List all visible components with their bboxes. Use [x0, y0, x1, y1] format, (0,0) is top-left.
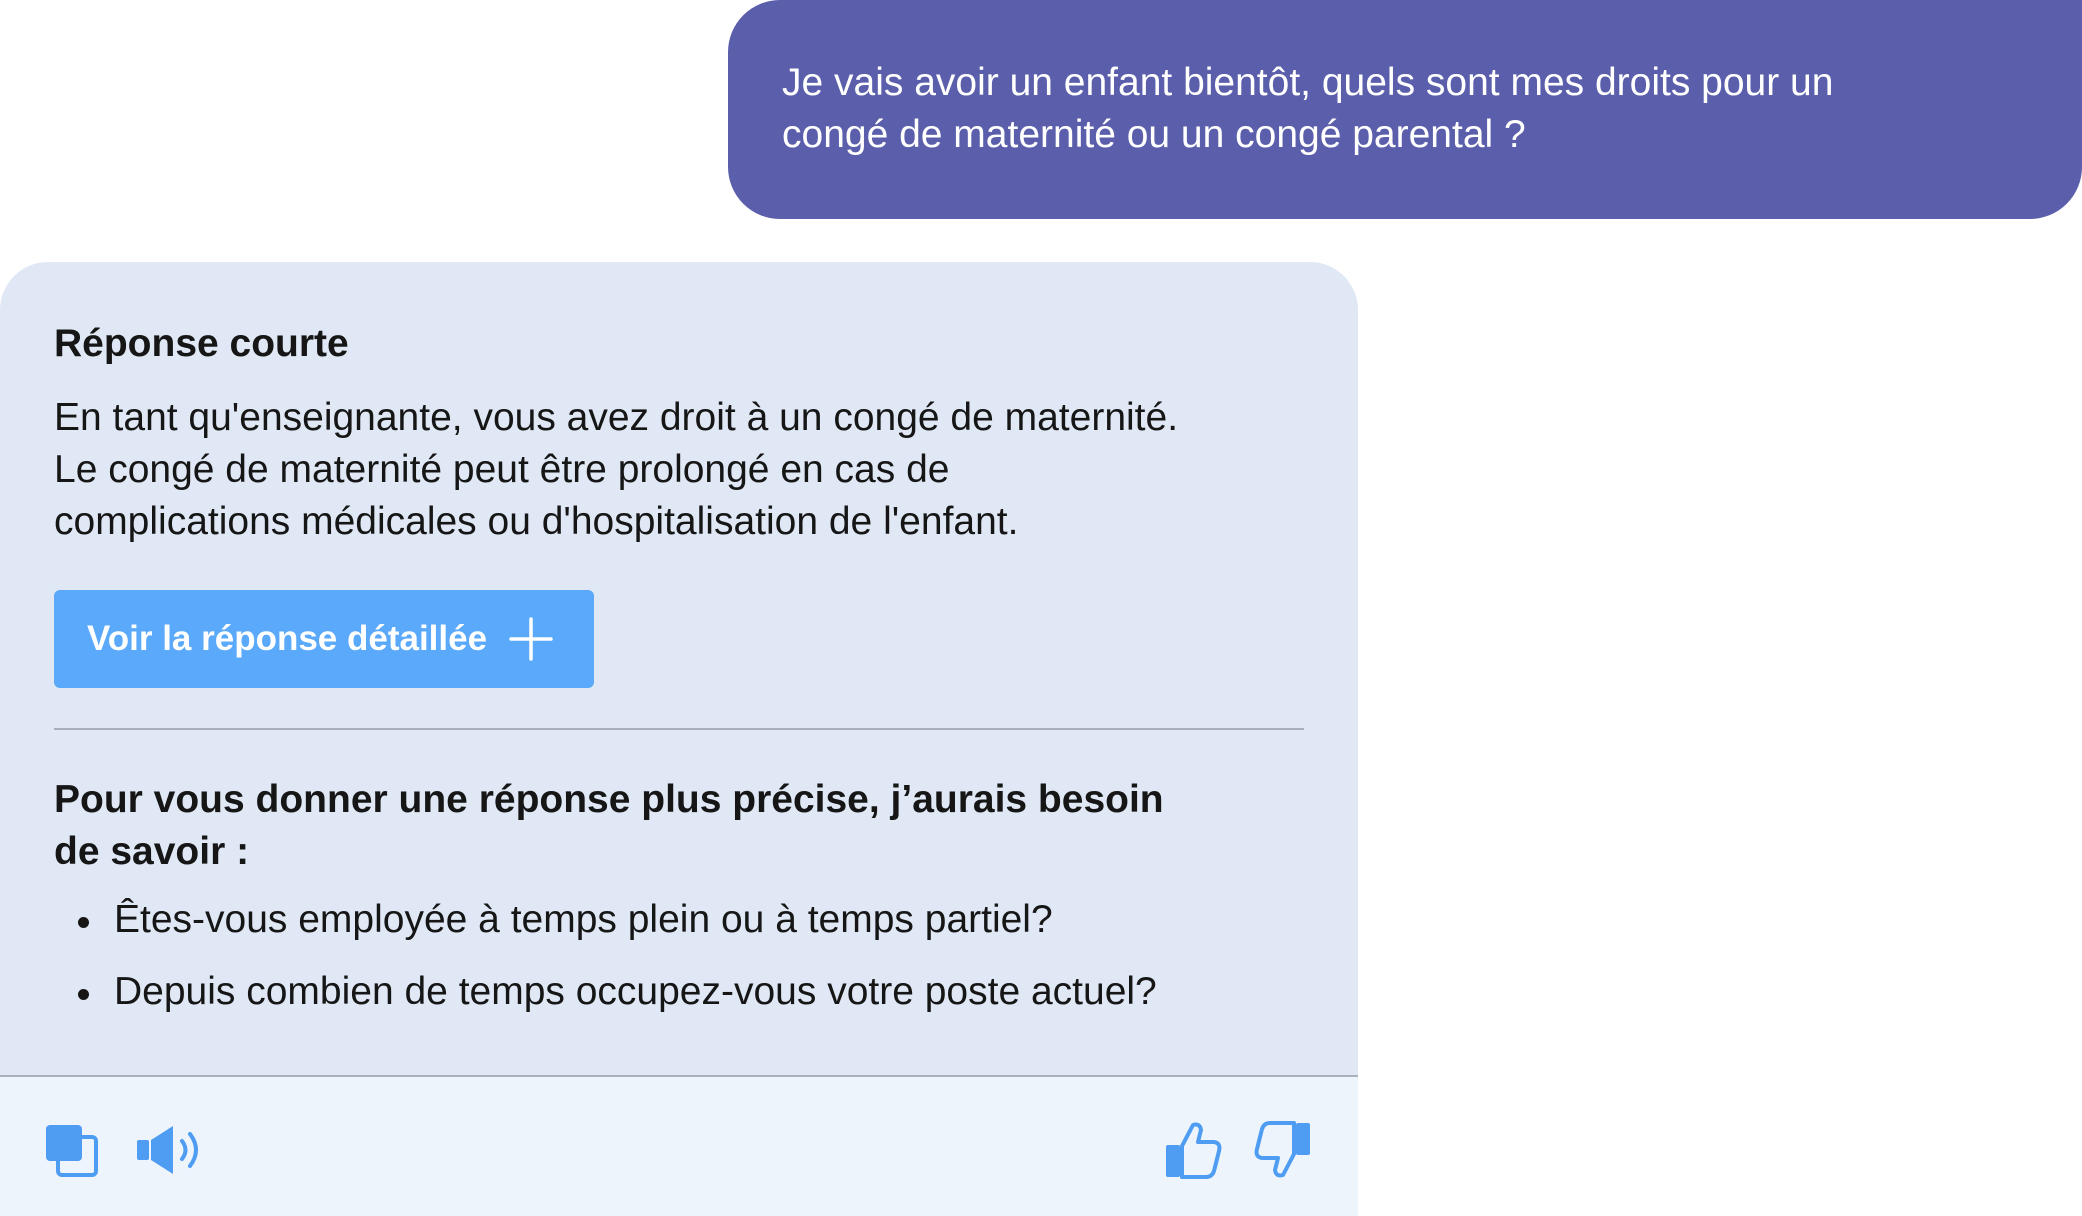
thumbs-down-icon — [1252, 1119, 1314, 1181]
speaker-icon — [131, 1119, 209, 1181]
short-answer-line: Le congé de maternité peut être prolongé… — [54, 448, 950, 491]
clarification-title: Pour vous donner une réponse plus précis… — [54, 774, 1294, 878]
clarification-title-line: Pour vous donner une réponse plus précis… — [54, 778, 1164, 821]
response-actions-toolbar — [0, 1075, 1358, 1216]
short-answer-line: En tant qu'enseignante, vous avez droit … — [54, 396, 1179, 439]
clarification-questions-list: Êtes-vous employée à temps plein ou à te… — [54, 894, 1157, 1038]
copy-button[interactable] — [38, 1117, 104, 1183]
section-divider — [54, 728, 1304, 730]
thumbs-down-button[interactable] — [1250, 1117, 1316, 1183]
clarification-question-item: Depuis combien de temps occupez-vous vot… — [54, 966, 1157, 1018]
read-aloud-button[interactable] — [130, 1117, 210, 1183]
see-detailed-answer-button[interactable]: Voir la réponse détaillée — [54, 590, 594, 688]
short-answer-line: complications médicales ou d'hospitalisa… — [54, 500, 1019, 543]
assistant-response-card: Réponse courte En tant qu'enseignante, v… — [0, 262, 1358, 1216]
thumbs-up-icon — [1162, 1119, 1224, 1181]
short-answer-text: En tant qu'enseignante, vous avez droit … — [54, 392, 1294, 548]
user-message-line: Je vais avoir un enfant bientôt, quels s… — [782, 61, 1834, 104]
clarification-title-line: de savoir : — [54, 830, 250, 873]
user-message-line: congé de maternité ou un congé parental … — [782, 113, 1526, 156]
clarification-question-item: Êtes-vous employée à temps plein ou à te… — [54, 894, 1157, 946]
user-message-bubble: Je vais avoir un enfant bientôt, quels s… — [728, 0, 2082, 219]
copy-icon — [40, 1119, 102, 1181]
short-answer-title: Réponse courte — [54, 322, 349, 365]
see-detailed-answer-label: Voir la réponse détaillée — [87, 619, 488, 658]
thumbs-up-button[interactable] — [1160, 1117, 1226, 1183]
plus-icon — [509, 617, 553, 661]
